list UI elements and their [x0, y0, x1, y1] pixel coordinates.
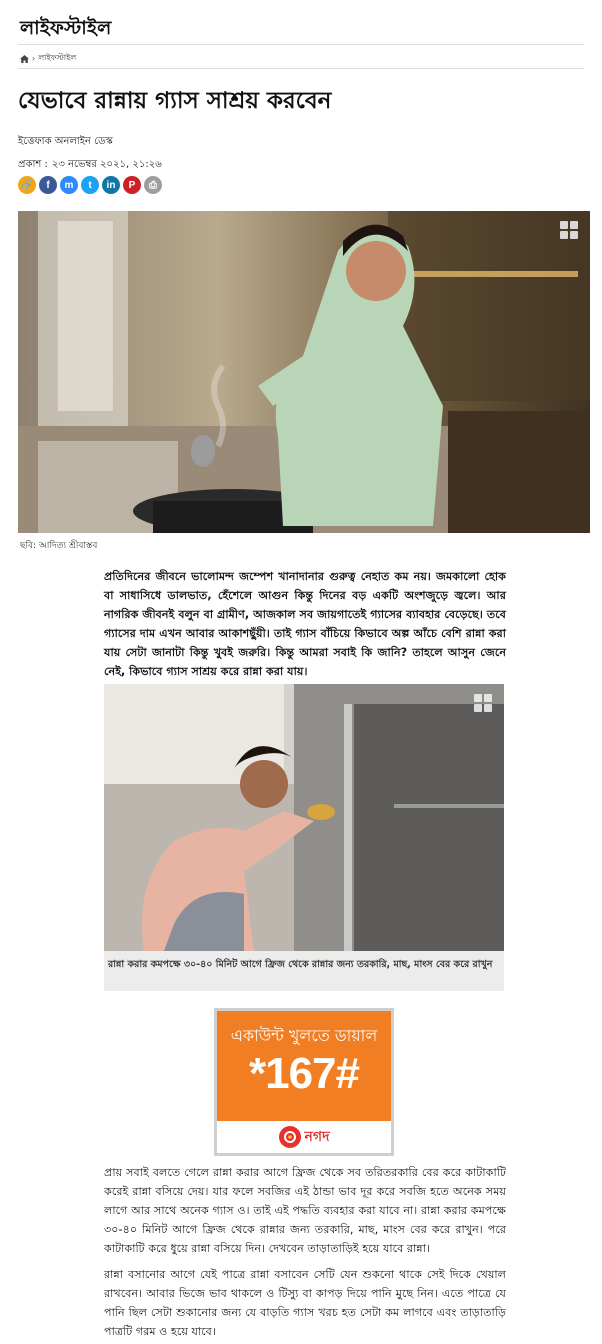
publish-info: প্রকাশ : ২৩ নভেম্বর ২০২১, ২১:২৬: [18, 157, 162, 174]
breadcrumb-separator: ›: [32, 54, 36, 63]
ad-brand-name: নগদ: [304, 1129, 330, 1145]
gallery-icon[interactable]: [560, 221, 578, 239]
ad-dial-code: *167#: [248, 1049, 360, 1098]
print-icon[interactable]: ⎙: [144, 176, 162, 194]
twitter-icon[interactable]: t: [81, 176, 99, 194]
linkedin-icon[interactable]: in: [102, 176, 120, 194]
breadcrumb: › লাইফস্টাইল: [20, 52, 76, 65]
header-divider: [18, 44, 584, 45]
publish-date: ২৩ নভেম্বর ২০২১, ২১:২৬: [51, 159, 162, 170]
gallery-icon[interactable]: [474, 694, 492, 712]
inline-image-caption: রান্না করার কমপক্ষে ৩০-৪০ মিনিট আগে ফ্রি…: [104, 951, 504, 991]
pinterest-icon[interactable]: P: [123, 176, 141, 194]
lead-image[interactable]: [18, 211, 590, 533]
advertisement-banner[interactable]: একাউন্ট খুলতে ডায়াল *167# নগদ: [214, 1008, 394, 1156]
article-title: যেভাবে রান্নায় গ্যাস সাশ্রয় করবেন: [18, 88, 332, 114]
inline-image[interactable]: [104, 684, 504, 951]
ad-brand-row: নগদ: [217, 1121, 391, 1153]
breadcrumb-current[interactable]: লাইফস্টাইল: [38, 52, 76, 65]
lead-image-caption: ছবি: আদিত্য শ্রীবাস্তব: [20, 541, 98, 551]
publish-label: প্রকাশ :: [18, 159, 48, 170]
article-author[interactable]: ইত্তেফাক অনলাইন ডেস্ক: [18, 134, 113, 151]
section-title[interactable]: লাইফস্টাইল: [20, 14, 111, 46]
ad-headline: একাউন্ট খুলতে ডায়াল: [230, 1026, 378, 1045]
messenger-icon[interactable]: m: [60, 176, 78, 194]
nagad-logo-icon: [278, 1126, 301, 1148]
article-paragraph-2: প্রায় সবাই বলতে গেলে রান্না করার আগে ফ্…: [104, 1166, 506, 1255]
link-icon[interactable]: 🔗: [18, 176, 36, 194]
ad-orange-panel: একাউন্ট খুলতে ডায়াল *167#: [217, 1011, 391, 1121]
facebook-icon[interactable]: f: [39, 176, 57, 194]
breadcrumb-divider: [18, 68, 584, 69]
share-buttons: 🔗 f m t in P ⎙: [18, 176, 162, 194]
home-icon[interactable]: [20, 54, 29, 63]
article-intro: প্রতিদিনের জীবনে ভালোমন্দ জম্পেশ খানাদান…: [104, 570, 506, 678]
article-paragraph-3: রান্না বসানোর আগে যেই পাত্রে রান্না বসাব…: [104, 1268, 506, 1338]
